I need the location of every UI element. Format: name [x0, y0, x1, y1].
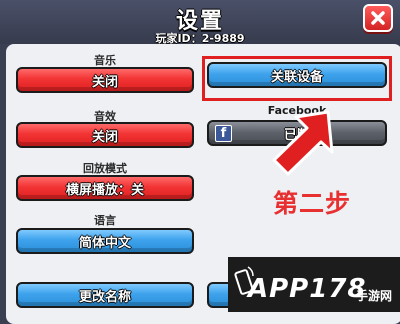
facebook-icon: f: [215, 124, 232, 142]
watermark-subtext: 手游网: [356, 289, 393, 303]
settings-header: 设置 玩家ID：2-9889: [0, 0, 400, 45]
rename-button[interactable]: 更改名称: [16, 282, 194, 308]
replay-mode-label: 回放模式: [83, 162, 127, 175]
highlight-box: [202, 56, 392, 101]
close-icon: [371, 11, 385, 25]
language-label: 语言: [94, 214, 116, 227]
watermark: APP178 手游网: [228, 257, 400, 312]
pointer-arrow-icon: [272, 110, 334, 176]
close-button[interactable]: [363, 4, 393, 32]
music-label: 音乐: [94, 54, 116, 67]
step-annotation: 第二步: [273, 189, 352, 218]
music-toggle-button[interactable]: 关闭: [16, 67, 194, 93]
watermark-text: APP178: [248, 274, 367, 304]
replay-mode-button[interactable]: 横屏播放：关: [16, 175, 194, 201]
language-button[interactable]: 简体中文: [16, 228, 194, 254]
sound-toggle-button[interactable]: 关闭: [16, 122, 194, 148]
